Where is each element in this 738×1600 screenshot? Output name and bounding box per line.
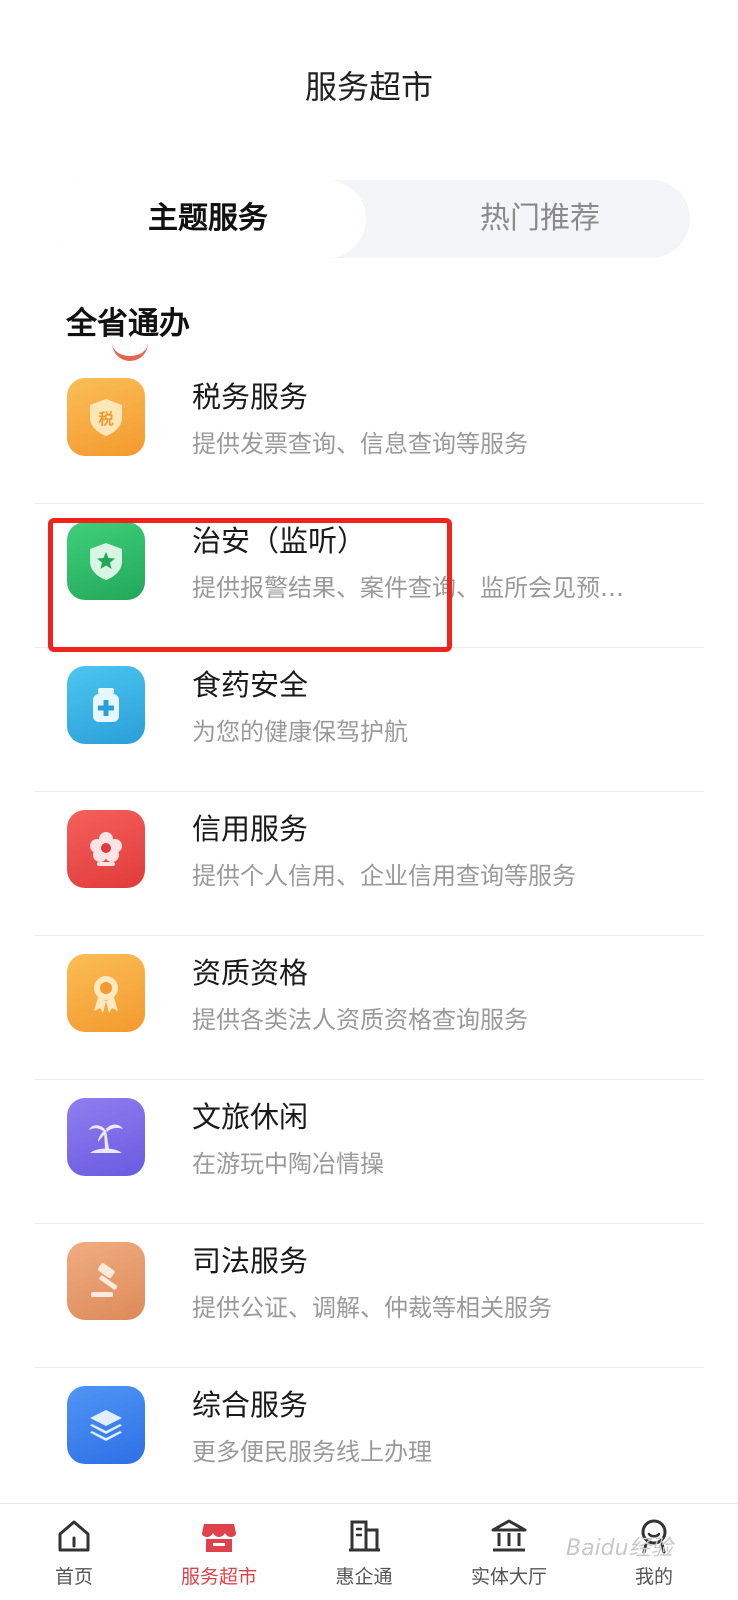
tabbar-label: 惠企通: [335, 1566, 393, 1588]
service-item-qualification[interactable]: 资质资格 提供各类法人资质资格查询服务: [0, 936, 738, 1080]
service-title: 综合服务: [192, 1388, 309, 1422]
service-title: 治安（监听）: [192, 524, 367, 558]
service-desc: 更多便民服务线上办理: [192, 1438, 432, 1466]
tab-hot-recommend[interactable]: 热门推荐: [420, 180, 660, 258]
service-title: 税务服务: [192, 380, 309, 414]
page-title: 服务超市: [304, 68, 433, 106]
service-item-food-drug-safety[interactable]: 食药安全 为您的健康保驾护航: [0, 648, 738, 792]
service-title: 食药安全: [192, 668, 309, 702]
tabbar-item-home[interactable]: 首页: [0, 1504, 148, 1600]
service-item-credit[interactable]: 信用服务 提供个人信用、企业信用查询等服务: [0, 792, 738, 936]
tabbar-label: 实体大厅: [470, 1566, 547, 1588]
svg-text:税: 税: [98, 410, 113, 428]
award-badge-icon: [67, 954, 145, 1032]
service-desc: 提供个人信用、企业信用查询等服务: [192, 862, 576, 890]
bank-hall-icon: [491, 1519, 527, 1552]
service-desc: 提供报警结果、案件查询、监所会见预…: [192, 574, 624, 602]
service-item-public-security[interactable]: 治安（监听） 提供报警结果、案件查询、监所会见预…: [0, 504, 738, 648]
service-item-tax[interactable]: 税 税务服务 提供发票查询、信息查询等服务: [0, 360, 738, 504]
section-underline-decoration: [112, 340, 148, 361]
tab-switcher: 主题服务 热门推荐: [50, 180, 690, 258]
police-shield-icon: [67, 522, 145, 600]
service-desc: 提供各类法人资质资格查询服务: [192, 1006, 528, 1034]
flower-icon: [67, 810, 145, 888]
building-icon: [349, 1520, 380, 1552]
service-item-comprehensive[interactable]: 综合服务 更多便民服务线上办理: [0, 1368, 738, 1512]
store-icon: [202, 1524, 236, 1552]
service-desc: 在游玩中陶冶情操: [192, 1150, 384, 1178]
service-desc: 提供公证、调解、仲裁等相关服务: [192, 1294, 552, 1322]
palm-tree-icon: [67, 1098, 145, 1176]
service-market-page: 服务超市 主题服务 热门推荐 全省通办 税 税务服务 提供发票查询、信息查询等服…: [0, 0, 738, 1600]
service-item-culture-tourism[interactable]: 文旅休闲 在游玩中陶冶情操: [0, 1080, 738, 1224]
user-icon: [641, 1519, 667, 1554]
bottom-tab-bar: 首页 服务超市 惠企通 实体大厅 我的: [0, 1503, 738, 1600]
service-desc: 为您的健康保驾护航: [192, 718, 408, 746]
tabbar-item-service-market[interactable]: 服务超市: [145, 1504, 293, 1600]
service-title: 司法服务: [192, 1244, 309, 1278]
service-desc: 提供发票查询、信息查询等服务: [192, 430, 528, 458]
service-title: 信用服务: [192, 812, 309, 846]
tabbar-item-enterprise[interactable]: 惠企通: [290, 1504, 438, 1600]
section-title: 全省通办: [66, 306, 190, 342]
service-item-judicial[interactable]: 司法服务 提供公证、调解、仲裁等相关服务: [0, 1224, 738, 1368]
tabbar-label: 服务超市: [180, 1566, 257, 1588]
tax-shield-icon: 税: [67, 378, 145, 456]
tabbar-item-hall[interactable]: 实体大厅: [435, 1504, 583, 1600]
service-list: 税 税务服务 提供发票查询、信息查询等服务 治安（监听） 提供报警结果、案件查询…: [0, 360, 738, 1512]
tabbar-label: 首页: [54, 1566, 93, 1588]
gavel-icon: [67, 1242, 145, 1320]
home-icon: [58, 1520, 90, 1552]
tab-theme-services[interactable]: 主题服务: [50, 180, 366, 258]
tabbar-label: 我的: [634, 1566, 673, 1588]
tabbar-item-mine[interactable]: 我的: [580, 1504, 728, 1600]
service-title: 文旅休闲: [192, 1100, 309, 1134]
service-title: 资质资格: [192, 956, 309, 990]
layers-icon: [67, 1386, 145, 1464]
medicine-bottle-icon: [67, 666, 145, 744]
